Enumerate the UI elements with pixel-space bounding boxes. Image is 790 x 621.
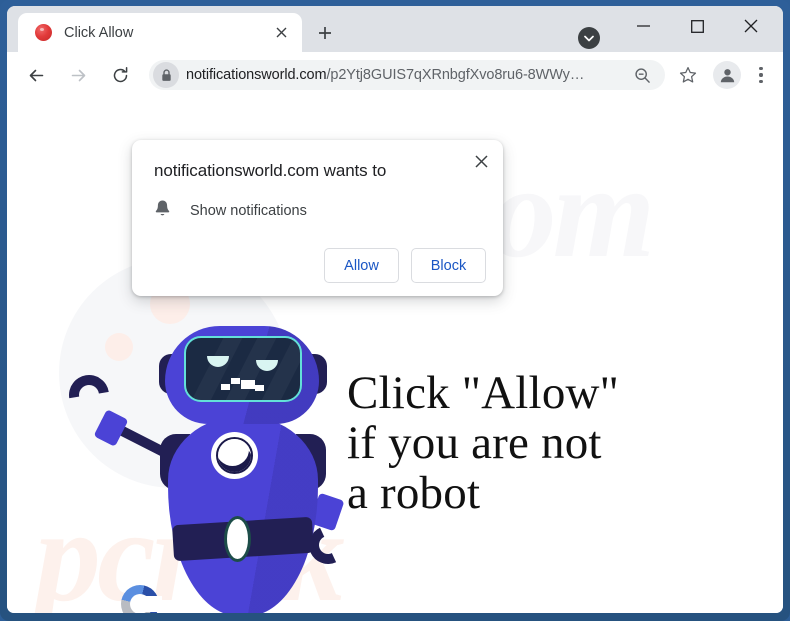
robot-chest-ring <box>216 437 253 474</box>
close-icon[interactable] <box>469 149 493 173</box>
tab-title: Click Allow <box>64 24 134 41</box>
robot-visor-face <box>184 336 302 402</box>
browser-chrome: Click Allow notificationsworld.com/p2Ytj… <box>7 6 783 613</box>
url-text: notificationsworld.com/p2Ytj8GUIS7qXRnbg… <box>186 67 629 83</box>
permission-row: Show notifications <box>154 199 486 223</box>
close-icon[interactable] <box>270 22 292 44</box>
robot-chest-emblem <box>211 432 258 479</box>
browser-toolbar: notificationsworld.com/p2Ytj8GUIS7qXRnbg… <box>7 52 783 98</box>
url-path: /p2Ytj8GUIS7qXRnbgfXvo8ru6-8WWy… <box>326 67 585 83</box>
new-tab-button[interactable] <box>310 18 340 48</box>
person-icon[interactable] <box>713 61 741 89</box>
permission-actions: Allow Block <box>154 248 486 283</box>
zoom-out-icon[interactable] <box>629 62 655 88</box>
minimize-icon[interactable] <box>620 10 666 42</box>
captcha-logo: E-CAPTCHA <box>85 585 195 613</box>
robot-buckle <box>224 516 251 562</box>
robot-mouth-pixel <box>241 380 255 389</box>
robot-left-cuff <box>93 409 129 447</box>
three-dots-menu-icon[interactable] <box>747 61 775 89</box>
bell-icon <box>154 199 171 223</box>
c-ring-logo-icon <box>121 585 162 613</box>
lock-icon[interactable] <box>153 62 179 88</box>
maximize-icon[interactable] <box>674 10 720 42</box>
block-button[interactable]: Block <box>411 248 486 283</box>
robot-mouth-pixel <box>221 384 230 390</box>
address-bar[interactable]: notificationsworld.com/p2Ytj8GUIS7qXRnbg… <box>149 60 665 90</box>
browser-tab[interactable]: Click Allow <box>18 13 302 52</box>
url-domain: notificationsworld.com <box>186 67 327 83</box>
robot-mouth-pixel <box>231 378 240 384</box>
tab-strip: Click Allow <box>7 6 783 52</box>
chevron-down-icon[interactable] <box>578 27 600 49</box>
reload-icon[interactable] <box>104 59 136 91</box>
arrow-right-icon[interactable] <box>62 59 94 91</box>
window-close-icon[interactable] <box>728 10 774 42</box>
arrow-left-icon[interactable] <box>20 59 52 91</box>
robot-mouth-pixel <box>255 385 264 391</box>
red-sphere-favicon <box>35 24 52 41</box>
page-viewport: .com pcrisk <box>7 98 783 613</box>
permission-label: Show notifications <box>190 203 307 219</box>
permission-dialog-title: notificationsworld.com wants to <box>154 161 387 180</box>
blue-robot-illustration <box>61 326 365 613</box>
notification-permission-dialog: notificationsworld.com wants to Show not… <box>132 140 503 296</box>
allow-button[interactable]: Allow <box>324 248 399 283</box>
page-headline: Click "Allow" if you are not a robot <box>347 367 620 519</box>
browser-window: Click Allow notificationsworld.com/p2Ytj… <box>0 0 790 621</box>
star-icon[interactable] <box>675 62 701 88</box>
